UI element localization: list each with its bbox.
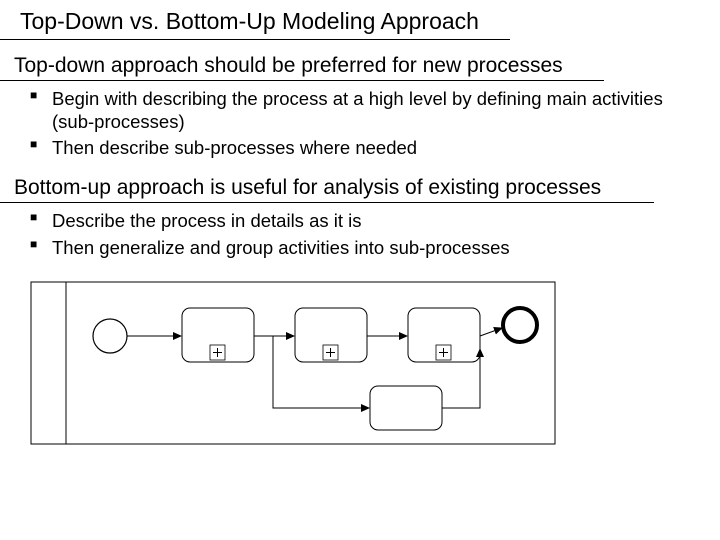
- section-heading-bottom-up: Bottom-up approach is useful for analysi…: [0, 162, 654, 203]
- page-title: Top-Down vs. Bottom-Up Modeling Approach: [0, 0, 510, 40]
- list-item: Describe the process in details as it is: [52, 209, 720, 232]
- process-diagram: [30, 281, 720, 446]
- list-item: Then describe sub-processes where needed: [52, 136, 720, 159]
- bullet-list-bottom-up: Describe the process in details as it is…: [0, 209, 720, 258]
- start-event-icon: [93, 319, 127, 353]
- bullet-list-top-down: Begin with describing the process at a h…: [0, 87, 720, 159]
- end-event-icon: [503, 308, 537, 342]
- list-item: Begin with describing the process at a h…: [52, 87, 720, 133]
- pool-rect: [31, 282, 555, 444]
- list-item: Then generalize and group activities int…: [52, 236, 720, 259]
- bpmn-diagram-svg: [30, 281, 560, 446]
- section-heading-top-down: Top-down approach should be preferred fo…: [0, 40, 604, 81]
- task-box: [370, 386, 442, 430]
